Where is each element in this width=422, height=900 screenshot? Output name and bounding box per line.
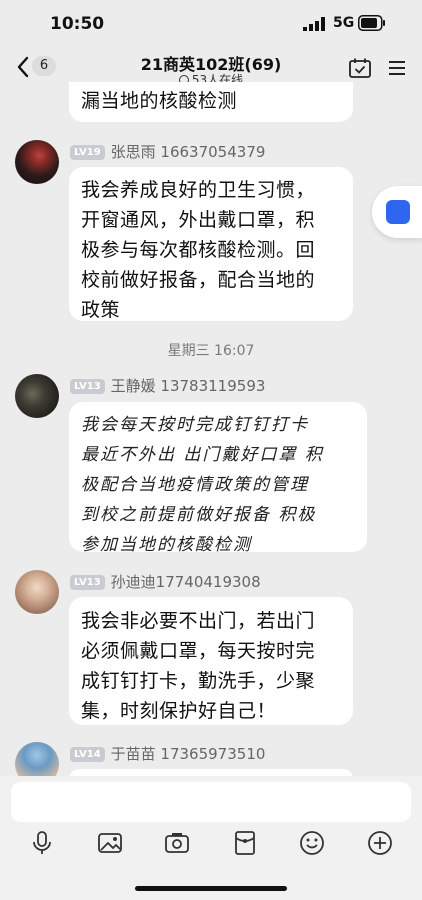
sender-name-row: LV13 孙迪迪17740419308 <box>70 571 261 591</box>
message-line: 极配合当地疫情政策的管理 <box>81 475 309 495</box>
avatar[interactable] <box>15 570 59 614</box>
message-line: 我会非必要不出门，若出门 <box>81 610 316 632</box>
message-line: 必须佩戴口罩，每天按时完 <box>81 640 316 662</box>
avatar[interactable] <box>15 140 59 184</box>
signal-icon <box>303 17 325 31</box>
level-badge: LV14 <box>70 747 105 762</box>
message-bubble[interactable]: 漏当地的核酸检测 <box>69 82 353 122</box>
network-type: 5G <box>333 15 355 31</box>
message-line: 集，时刻保护好自己！ <box>81 700 277 722</box>
sender-name[interactable]: 张思雨 16637054379 <box>111 143 266 161</box>
status-time: 10:50 <box>50 14 105 34</box>
message-line: 校前做好报备，配合当地的 <box>81 269 316 291</box>
message-text: 漏当地的核酸检测 <box>81 90 238 112</box>
sender-name[interactable]: 孙迪迪17740419308 <box>111 573 261 591</box>
message-line: 开窗通风，外出戴口罩，积 <box>81 209 316 231</box>
sender-name-row: LV19 张思雨 16637054379 <box>70 141 265 161</box>
level-badge: LV19 <box>70 145 105 160</box>
message-bubble[interactable]: 我会非必要不出门，若出门 必须佩戴口罩，每天按时完 成钉钉打卡，勤洗手，少聚 集… <box>69 597 353 725</box>
battery-icon <box>358 15 385 31</box>
emoji-icon[interactable] <box>299 830 325 856</box>
red-packet-icon[interactable] <box>232 830 258 856</box>
assistant-icon <box>386 200 410 224</box>
message-line: 最近不外出 出门戴好口罩 积 <box>81 445 324 465</box>
camera-icon[interactable] <box>164 830 190 856</box>
message-input[interactable] <box>11 782 411 822</box>
message-line: 我会养成良好的卫生习惯， <box>81 179 316 201</box>
sender-name-row: LV13 王静媛 13783119593 <box>70 375 265 395</box>
message-line: 到校之前提前做好报备 积极 <box>81 505 317 525</box>
message-line: 参加当地的核酸检测 <box>81 535 252 555</box>
message-line: 成钉钉打卡，勤洗手，少聚 <box>81 670 316 692</box>
floating-assistant-button[interactable] <box>372 186 422 238</box>
image-icon[interactable] <box>97 830 123 856</box>
plus-icon[interactable] <box>367 830 393 856</box>
home-indicator[interactable] <box>135 886 287 891</box>
message-bubble[interactable]: 我会每天按时完成钉钉打卡 最近不外出 出门戴好口罩 积 极配合当地疫情政策的管理… <box>69 402 367 555</box>
message-line: 我会每天按时完成钉钉打卡 <box>81 415 309 435</box>
message-line: 政策 <box>81 299 121 321</box>
microphone-icon[interactable] <box>29 830 55 856</box>
level-badge: LV13 <box>70 379 105 394</box>
sender-name[interactable]: 王静媛 13783119593 <box>111 377 266 395</box>
level-badge: LV13 <box>70 575 105 590</box>
sender-name[interactable]: 于苗苗 17365973510 <box>111 745 266 763</box>
menu-icon[interactable] <box>388 59 406 77</box>
sender-name-row: LV14 于苗苗 17365973510 <box>70 743 265 763</box>
time-separator: 星期三 16:07 <box>167 343 255 359</box>
message-bubble[interactable]: 我会养成良好的卫生习惯， 开窗通风，外出戴口罩，积 极参与每次都核酸检测。回 校… <box>69 167 353 321</box>
status-bar: 10:50 5G <box>0 0 422 46</box>
message-line: 极参与每次都核酸检测。回 <box>81 239 316 261</box>
input-area <box>0 776 422 900</box>
calendar-check-icon[interactable] <box>349 58 371 78</box>
avatar[interactable] <box>15 374 59 418</box>
